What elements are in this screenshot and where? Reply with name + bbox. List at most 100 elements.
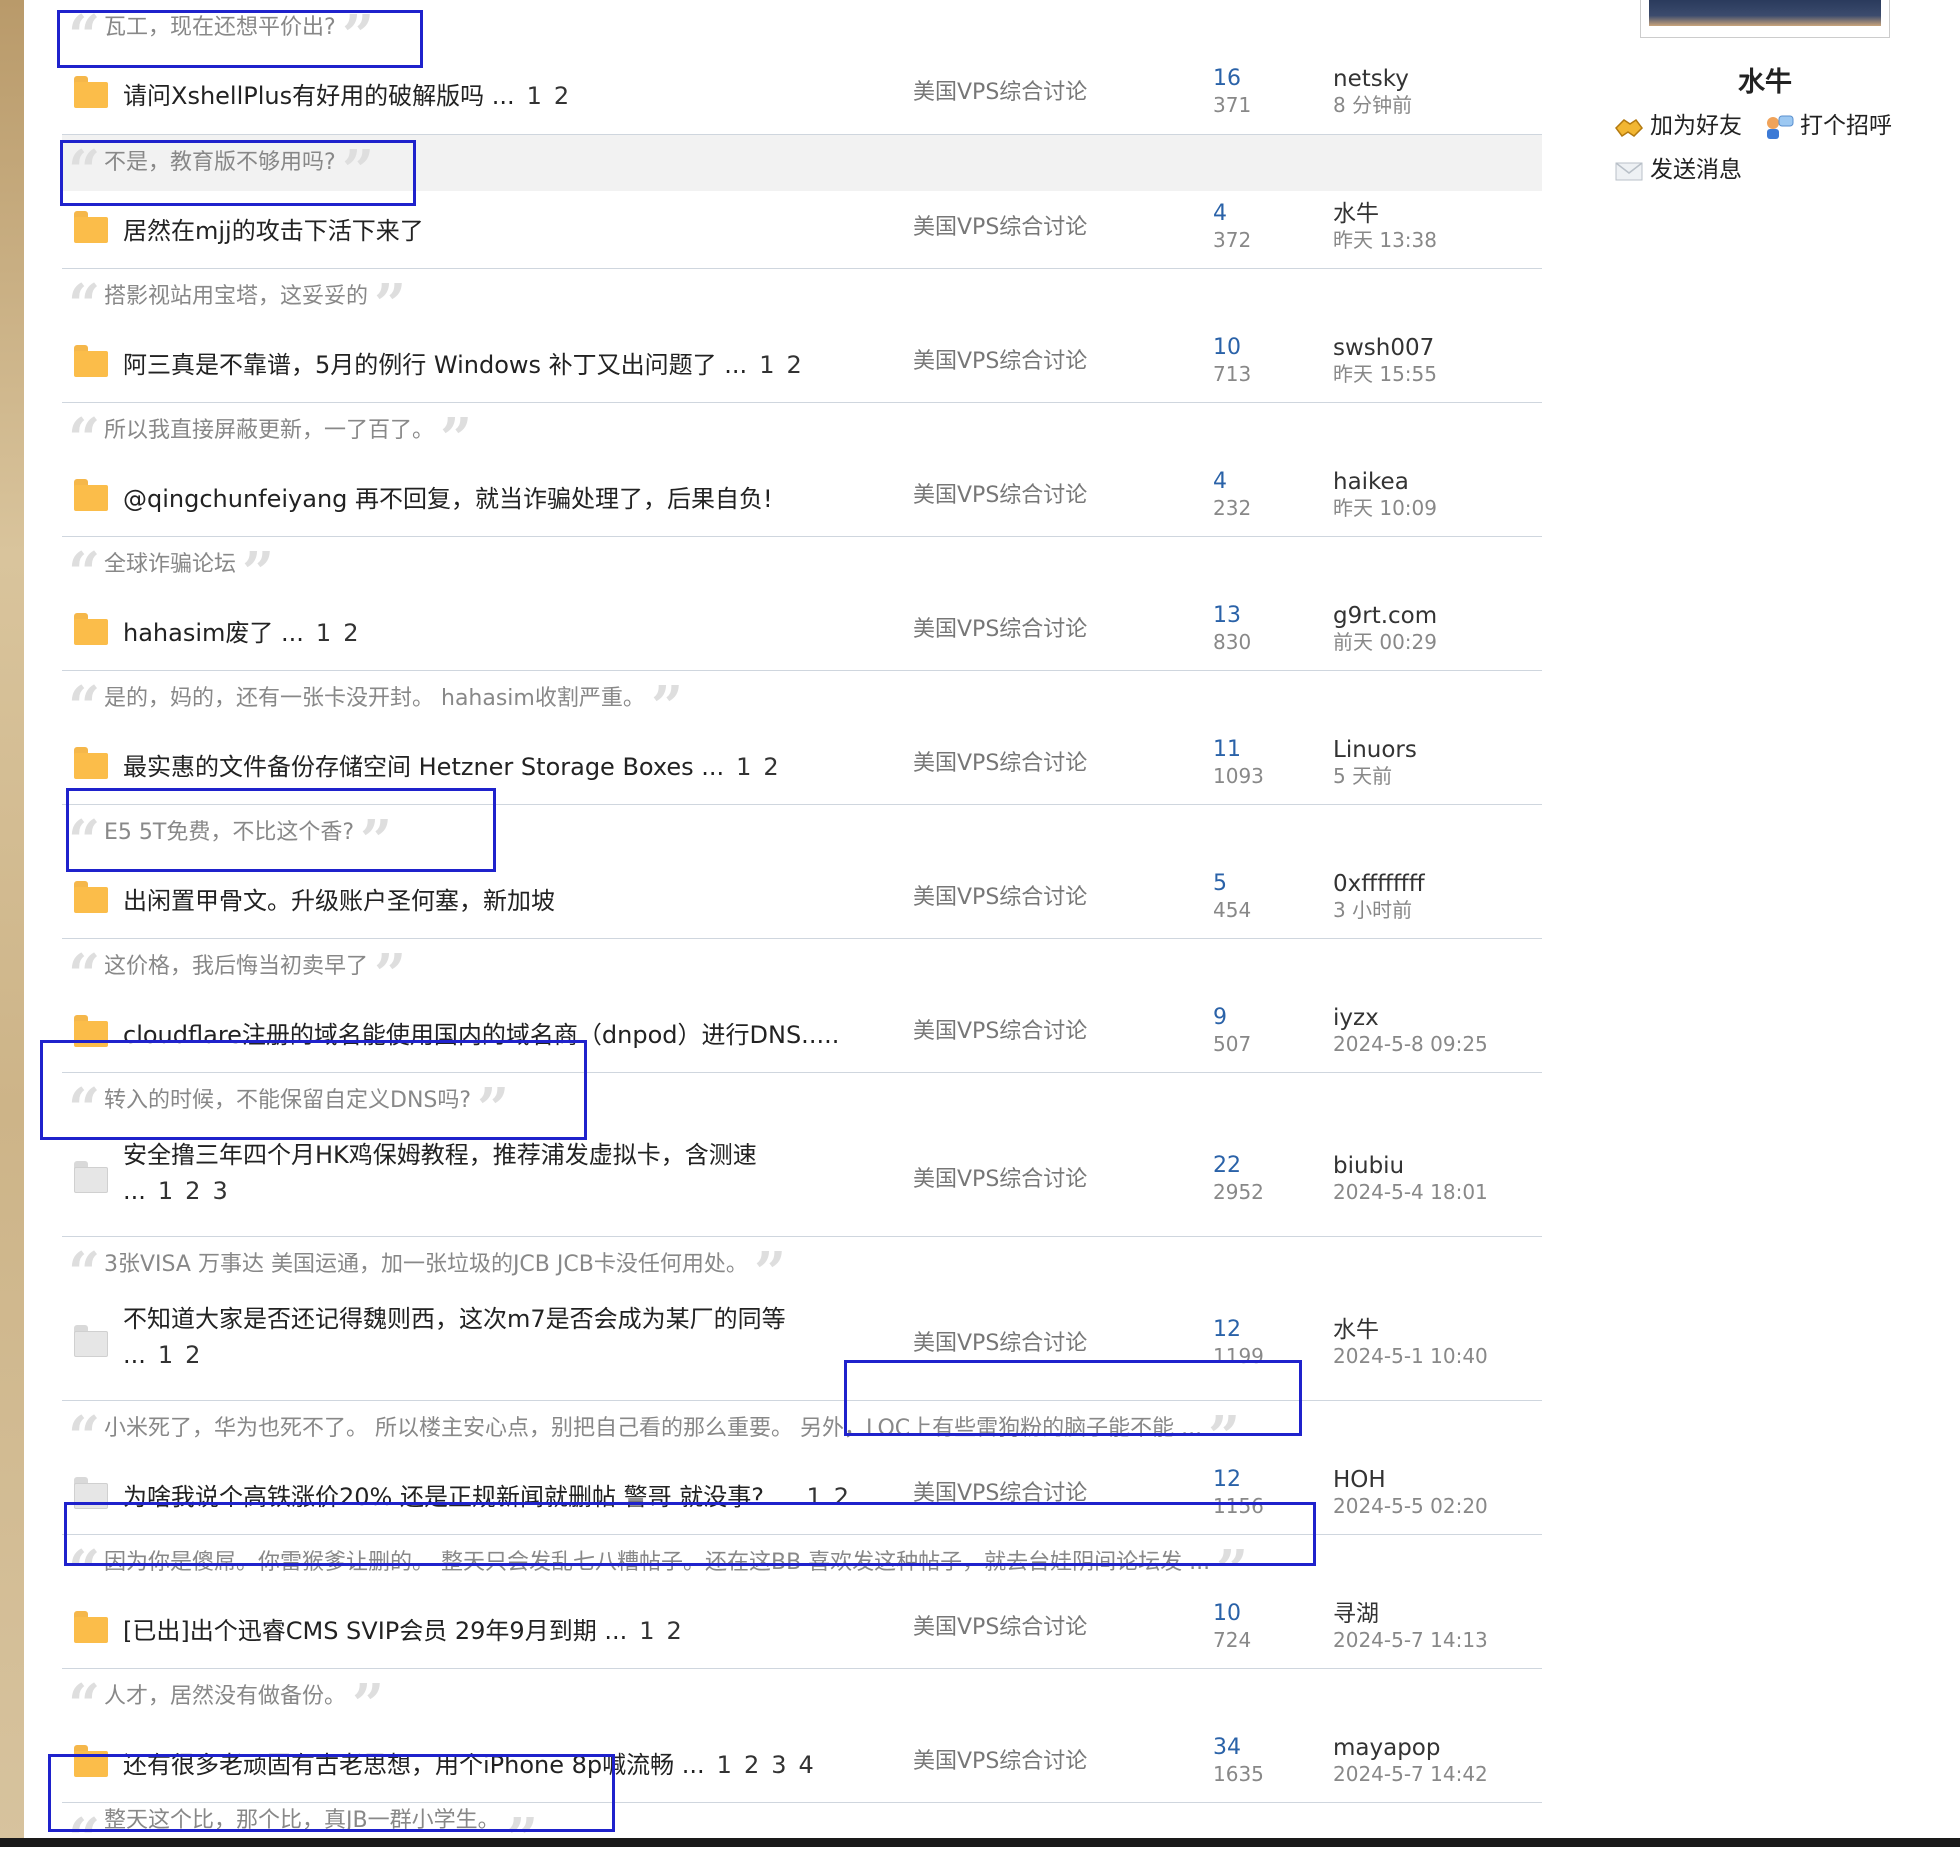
thread-row: “ 是的，妈的，还有一张卡没开封。 hahasim收割严重。 ” 最实惠的文件备… [62,670,1542,805]
thread-title-link[interactable]: 最实惠的文件备份存储空间 Hetzner Storage Boxes ... [123,753,724,781]
page-link[interactable]: 2 [744,1751,759,1779]
thread-title-link[interactable]: 出闲置甲骨文。升级账户圣何塞，新加坡 [123,887,555,915]
thread-title-link[interactable]: 为啥我说个高铁涨价20% 还是正规新闻就删帖 警哥 就没事? ... [123,1483,794,1511]
last-poster[interactable]: swsh007 [1333,335,1434,361]
page-link[interactable]: 2 [763,753,778,781]
reply-count[interactable]: 9 [1213,1005,1227,1031]
thread-topic: [已出]出个迅睿CMS SVIP会员 29年9月到期 ... 1 2 美国VPS综合… [62,1591,1542,1669]
page-link[interactable]: 1 [158,1341,173,1369]
page-link[interactable]: 2 [667,1617,682,1645]
last-reply-quote: “ 全球诈骗论坛 ” [62,537,1542,601]
page-link[interactable]: 2 [834,1483,849,1511]
reply-count[interactable]: 5 [1213,871,1227,897]
forum-link[interactable]: 美国VPS综合讨论 [913,1017,1087,1047]
forum-link[interactable]: 美国VPS综合讨论 [913,1479,1087,1509]
forum-link[interactable]: 美国VPS综合讨论 [913,1613,1087,1643]
last-poster[interactable]: HOH [1333,1467,1386,1493]
last-post-time[interactable]: 5 天前 [1333,763,1392,789]
last-poster[interactable]: iyzx [1333,1005,1379,1031]
profile-name[interactable]: 水牛 [1640,60,1890,99]
forum-link[interactable]: 美国VPS综合讨论 [913,883,1087,913]
forum-link[interactable]: 美国VPS综合讨论 [913,1165,1087,1195]
thread-title-link[interactable]: 居然在mjj的攻击下活下来了 [123,217,424,245]
reply-count[interactable]: 4 [1213,469,1227,495]
last-post-time[interactable]: 2024-5-7 14:13 [1333,1627,1488,1653]
thread-title-link[interactable]: 不知道大家是否还记得魏则西，这次m7是否会成为某厂的同等 ... [123,1305,786,1369]
thread-row: “ 全球诈骗论坛 ” hahasim废了 ... 1 2 美国VPS综合讨论 13 … [62,536,1542,671]
last-post-time[interactable]: 2024-5-1 10:40 [1333,1343,1488,1369]
send-message-button[interactable]: 发送消息 [1614,150,1742,184]
thread-title-link[interactable]: 请问XshellPlus有好用的破解版吗 ... [123,82,515,110]
reply-count[interactable]: 16 [1213,66,1241,92]
page-link[interactable]: 3 [771,1751,786,1779]
page-link[interactable]: 2 [554,82,569,110]
greet-button[interactable]: 打个招呼 [1764,106,1892,140]
thread-title-link[interactable]: hahasim废了 ... [123,619,304,647]
thread-title-link[interactable]: 阿三真是不靠谱，5月的例行 Windows 补丁又出问题了 ... [123,351,747,379]
page-link[interactable]: 3 [212,1177,227,1205]
last-poster[interactable]: 寻湖 [1333,1601,1379,1627]
last-poster[interactable]: netsky [1333,66,1409,92]
forum-link[interactable]: 美国VPS综合讨论 [913,78,1087,108]
last-post-time[interactable]: 昨天 13:38 [1333,227,1437,253]
add-friend-button[interactable]: 加为好友 [1614,106,1742,140]
page-link[interactable]: 1 [736,753,751,781]
last-poster[interactable]: 水牛 [1333,201,1379,227]
last-post-time[interactable]: 2024-5-8 09:25 [1333,1031,1488,1057]
forum-link[interactable]: 美国VPS综合讨论 [913,213,1087,243]
page-link[interactable]: 2 [185,1341,200,1369]
reply-count[interactable]: 12 [1213,1317,1241,1343]
thread-title-link[interactable]: [已出]出个迅睿CMS SVIP会员 29年9月到期 ... [123,1617,627,1645]
page-link[interactable]: 1 [759,351,774,379]
reply-count[interactable]: 34 [1213,1735,1241,1761]
last-poster[interactable]: 水牛 [1333,1317,1379,1343]
reply-count[interactable]: 10 [1213,335,1241,361]
avatar[interactable] [1640,0,1890,38]
page-link[interactable]: 1 [717,1751,732,1779]
reply-count[interactable]: 13 [1213,603,1241,629]
thread-title-link[interactable]: @qingchunfeiyang 再不回复，就当诈骗处理了，后果自负! [123,485,773,513]
last-post-time[interactable]: 昨天 10:09 [1333,495,1437,521]
page-link[interactable]: 2 [343,619,358,647]
quote-text: 是的，妈的，还有一张卡没开封。 hahasim收割严重。 [104,686,645,711]
forum-link[interactable]: 美国VPS综合讨论 [913,1329,1087,1359]
last-post-time[interactable]: 2024-5-4 18:01 [1333,1179,1488,1205]
last-post-time[interactable]: 昨天 15:55 [1333,361,1437,387]
page-link[interactable]: 1 [806,1483,821,1511]
last-post-time[interactable]: 3 小时前 [1333,897,1412,923]
last-poster[interactable]: biubiu [1333,1153,1404,1179]
forum-link[interactable]: 美国VPS综合讨论 [913,481,1087,511]
last-reply-quote: “ 所以我直接屏蔽更新，一了百了。 ” [62,403,1542,467]
view-count: 1093 [1213,764,1264,788]
page-link[interactable]: 2 [786,351,801,379]
page-link[interactable]: 1 [639,1617,654,1645]
last-poster[interactable]: Linuors [1333,737,1417,763]
thread-title-link[interactable]: 还有很多老顽固有古老思想，用个iPhone 8p喊流畅 ... [123,1751,705,1779]
forum-link[interactable]: 美国VPS综合讨论 [913,1747,1087,1777]
reply-count[interactable]: 4 [1213,201,1227,227]
last-post-time[interactable]: 前天 00:29 [1333,629,1437,655]
page-link[interactable]: 4 [799,1751,814,1779]
last-post-time[interactable]: 8 分钟前 [1333,92,1412,118]
last-poster[interactable]: g9rt.com [1333,603,1437,629]
last-post-time[interactable]: 2024-5-5 02:20 [1333,1493,1488,1519]
last-reply-quote: “ 3张VISA 万事达 美国运通，加一张垃圾的JCB JCB卡没任何用处。 ” [62,1237,1542,1301]
folder-icon [74,1161,108,1193]
reply-count[interactable]: 12 [1213,1467,1241,1493]
page-link[interactable]: 2 [185,1177,200,1205]
last-poster[interactable]: 0xffffffff [1333,871,1425,897]
page-link[interactable]: 1 [316,619,331,647]
page-link[interactable]: 1 [158,1177,173,1205]
last-poster[interactable]: haikea [1333,469,1409,495]
last-post-time[interactable]: 2024-5-7 14:42 [1333,1761,1488,1787]
reply-count[interactable]: 22 [1213,1153,1241,1179]
reply-count[interactable]: 10 [1213,1601,1241,1627]
forum-link[interactable]: 美国VPS综合讨论 [913,749,1087,779]
forum-link[interactable]: 美国VPS综合讨论 [913,615,1087,645]
thread-topic: 为啥我说个高铁涨价20% 还是正规新闻就删帖 警哥 就没事? ... 1 2 美国V… [62,1457,1542,1535]
last-poster[interactable]: mayapop [1333,1735,1440,1761]
reply-count[interactable]: 11 [1213,737,1241,763]
thread-title-link[interactable]: cloudflare注册的域名能使用国内的域名商（dnpod）进行DNS....… [123,1021,839,1049]
forum-link[interactable]: 美国VPS综合讨论 [913,347,1087,377]
page-link[interactable]: 1 [527,82,542,110]
